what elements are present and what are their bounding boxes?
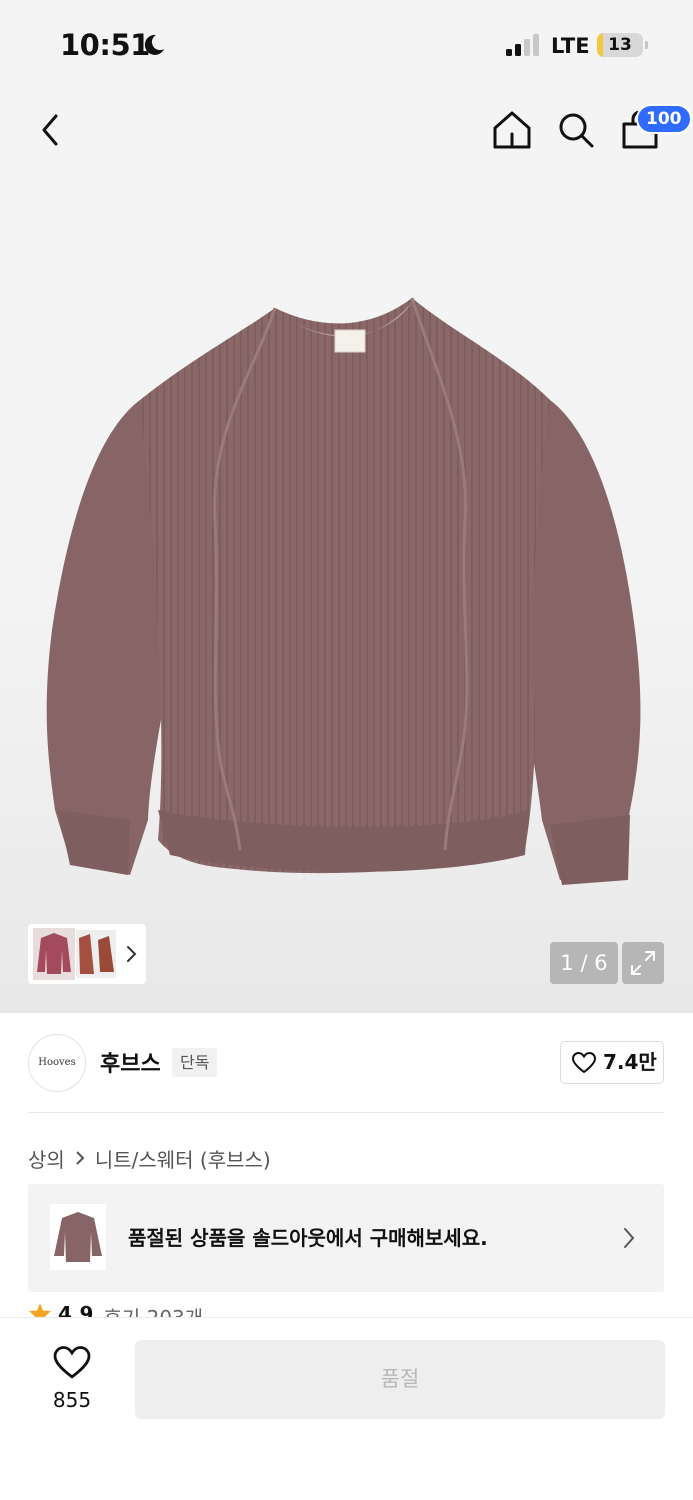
star-icon xyxy=(29,1303,51,1318)
chevron-right-icon xyxy=(127,946,137,962)
soldout-banner-text: 품절된 상품을 솔드아웃에서 구매해보세요. xyxy=(128,1226,488,1250)
soldout-banner[interactable]: 품절된 상품을 솔드아웃에서 구매해보세요. xyxy=(28,1184,664,1292)
wishlist-button[interactable]: 855 xyxy=(40,1344,104,1414)
chevron-right-icon xyxy=(75,1147,85,1171)
wishlist-count: 855 xyxy=(52,1388,92,1412)
network-label: LTE xyxy=(551,34,590,58)
thumbnail-2[interactable] xyxy=(76,930,116,978)
exclusive-badge: 단독 xyxy=(172,1048,218,1077)
status-bar: 10:51 LTE 13 xyxy=(0,0,693,92)
chevron-right-icon xyxy=(622,1226,636,1254)
cart-count-badge: 100 xyxy=(636,104,692,134)
breadcrumb: 상의 니트/스웨터 (후브스) xyxy=(28,1144,271,1173)
heart-icon xyxy=(572,1052,596,1074)
back-button[interactable] xyxy=(30,108,70,152)
divider xyxy=(28,1112,664,1113)
rating-row[interactable]: 4.9 후기 203개 xyxy=(28,1302,428,1318)
thumbnail-1[interactable] xyxy=(33,928,75,980)
heart-icon xyxy=(53,1346,91,1379)
status-time: 10:51 xyxy=(60,28,150,62)
chevron-left-icon xyxy=(42,114,58,146)
home-icon xyxy=(493,111,531,149)
brand-name[interactable]: 후브스 xyxy=(100,1046,161,1078)
expand-icon xyxy=(631,951,655,975)
product-gallery[interactable]: 10:51 LTE 13 100 1 / 6 xyxy=(0,0,693,1013)
rating-score: 4.9 xyxy=(58,1302,94,1318)
image-counter: 1 / 6 xyxy=(550,942,618,984)
breadcrumb-item-category[interactable]: 상의 xyxy=(28,1144,65,1173)
battery-icon: 13 xyxy=(597,33,643,57)
search-icon xyxy=(559,113,594,148)
brand-like-button[interactable]: 7.4만 xyxy=(560,1041,664,1084)
home-button[interactable] xyxy=(490,108,534,152)
battery-percent: 13 xyxy=(608,35,632,55)
product-image xyxy=(46,297,641,885)
brand-like-count: 7.4만 xyxy=(603,1050,657,1074)
soldout-button[interactable]: 품절 xyxy=(135,1340,665,1419)
bottom-action-bar: 855 품절 xyxy=(0,1317,693,1500)
soldout-product-thumbnail xyxy=(50,1204,106,1270)
breadcrumb-item-subcategory[interactable]: 니트/스웨터 (후브스) xyxy=(95,1144,271,1173)
battery-cap xyxy=(645,41,648,49)
thumbnail-strip[interactable] xyxy=(28,924,146,984)
fullscreen-button[interactable] xyxy=(622,942,664,984)
search-button[interactable] xyxy=(554,108,598,152)
moon-icon xyxy=(142,33,166,61)
brand-logo[interactable]: Hooves xyxy=(28,1034,86,1092)
signal-icon xyxy=(506,34,544,60)
thumbnail-more-button[interactable] xyxy=(120,942,142,966)
review-count: 후기 203개 xyxy=(103,1306,204,1318)
